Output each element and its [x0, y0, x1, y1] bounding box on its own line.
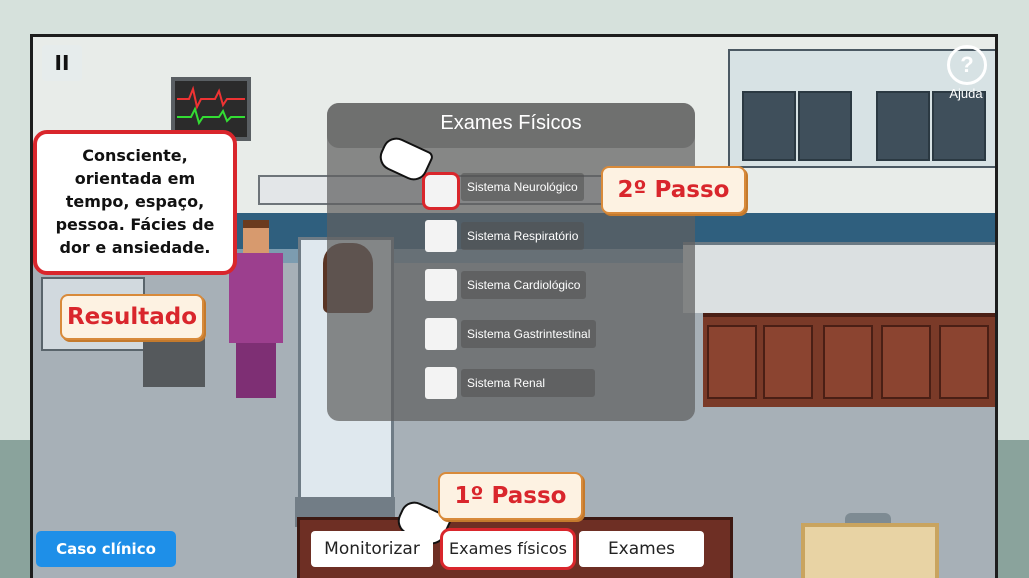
- cabinet-shelf: [798, 91, 852, 161]
- cabinet-door: [939, 325, 989, 399]
- cabinet-door: [763, 325, 813, 399]
- cabinet-shelf: [876, 91, 930, 161]
- help-button[interactable]: ?: [947, 45, 987, 85]
- result-text: Consciente, orientada em tempo, espaço, …: [55, 146, 215, 257]
- cabinet-door: [707, 325, 757, 399]
- clinical-case-button[interactable]: Caso clínico: [36, 531, 176, 567]
- checkbox-respiratorio[interactable]: [425, 220, 457, 252]
- doctor-legs: [236, 343, 276, 398]
- step1-tag: 1º Passo: [438, 472, 583, 520]
- cabinet-door: [823, 325, 873, 399]
- checkbox-cardiologico[interactable]: [425, 269, 457, 301]
- checkbox-renal[interactable]: [425, 367, 457, 399]
- step2-tag: 2º Passo: [601, 166, 746, 214]
- ecg-wave-icon: [177, 85, 245, 126]
- option-label-renal[interactable]: Sistema Renal: [461, 369, 595, 397]
- result-bubble: Consciente, orientada em tempo, espaço, …: [33, 130, 237, 275]
- option-label-respiratorio[interactable]: Sistema Respiratório: [461, 222, 585, 250]
- checkbox-neurologico[interactable]: [422, 172, 460, 210]
- option-label-cardiologico[interactable]: Sistema Cardiológico: [461, 271, 587, 299]
- pause-icon: II: [54, 51, 70, 75]
- panel-title: Exames Físicos: [440, 112, 582, 134]
- help-icon: ?: [960, 52, 974, 77]
- monitor-button[interactable]: Monitorizar: [311, 531, 433, 567]
- result-tag: Resultado: [60, 294, 204, 340]
- counter-top: [683, 242, 995, 313]
- cabinet-door: [881, 325, 931, 399]
- clipboard: [801, 523, 939, 578]
- option-label-neurologico[interactable]: Sistema Neurológico: [461, 173, 584, 201]
- checkbox-gastrintestinal[interactable]: [425, 318, 457, 350]
- pause-button[interactable]: II: [42, 45, 82, 81]
- cabinet-shelf: [742, 91, 796, 161]
- doctor-body: [229, 253, 283, 343]
- exams-button[interactable]: Exames: [579, 531, 704, 567]
- lower-cabinet: [703, 313, 995, 407]
- cabinet-shelf: [932, 91, 986, 161]
- option-label-gastrintestinal[interactable]: Sistema Gastrintestinal: [461, 320, 597, 348]
- help-label: Ajuda: [949, 86, 983, 101]
- physical-exams-button[interactable]: Exames físicos: [440, 528, 576, 570]
